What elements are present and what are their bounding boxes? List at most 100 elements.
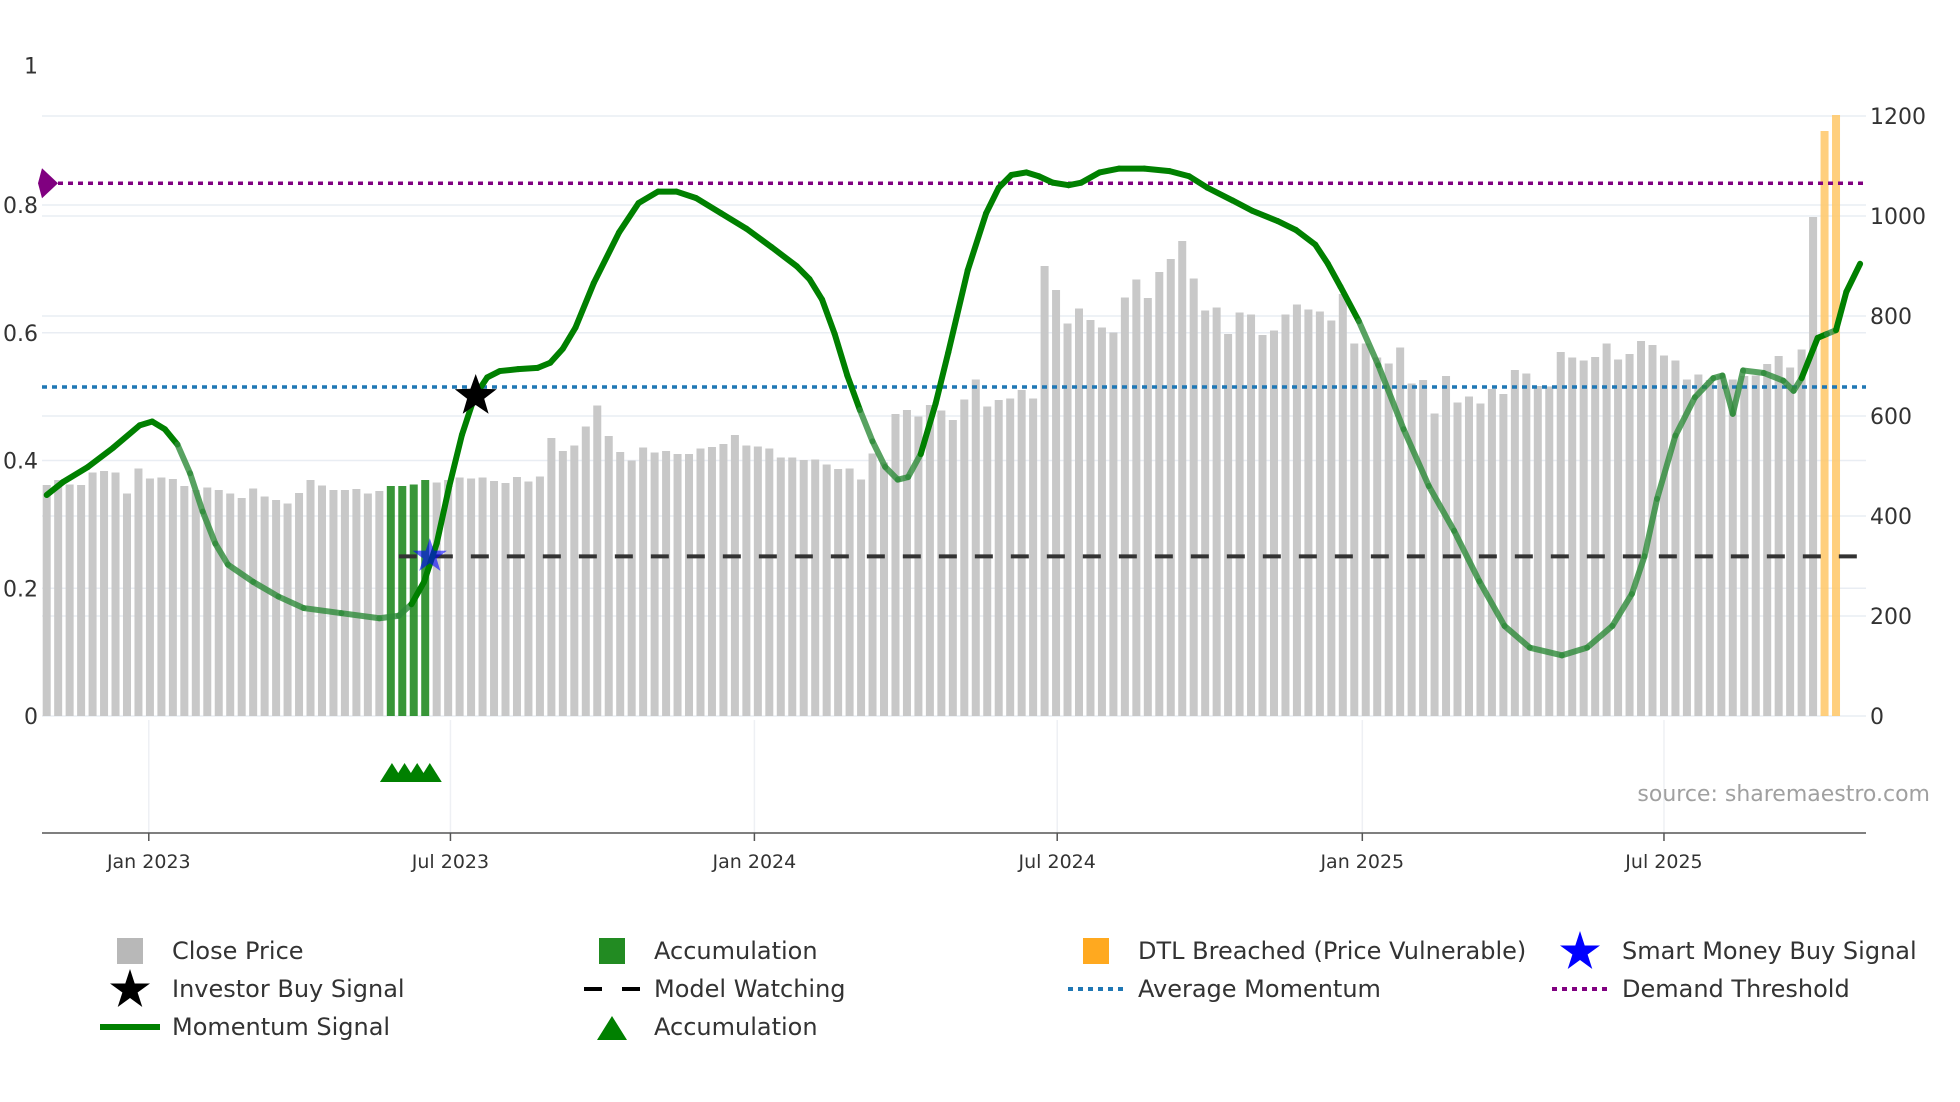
close-price-bar [306,480,315,716]
close-price-bar [765,448,774,716]
close-price-bar [490,481,499,716]
momentum-signal-segment [1292,226,1319,248]
close-price-bar [707,447,716,716]
close-price-bar [478,477,487,716]
momentum-signal-segment [1166,168,1193,180]
close-price-bar [1579,360,1588,716]
close-price-bar [1109,332,1118,716]
close-price-bar [237,498,246,716]
close-price-bar [524,481,533,716]
legend-square-icon [582,933,642,969]
momentum-signal-segment [572,279,597,331]
momentum-signal-segment [945,267,971,356]
close-price-bar [1487,389,1496,716]
close-price-bar [891,414,900,716]
momentum-signal-segment [1740,367,1767,376]
close-price-bar [1189,278,1198,716]
accumulation-bar [421,480,430,716]
close-price-bar [1453,402,1462,716]
close-price-bar [352,489,361,716]
close-price-bar [1029,398,1038,716]
close-price-bar [1442,376,1451,716]
close-price-bar [272,500,281,716]
x-tick-label: Jul 2025 [1624,851,1702,873]
close-price-bar [1258,335,1267,716]
close-price-bar [1499,394,1508,716]
legend-label: Momentum Signal [172,1013,391,1041]
close-price-bar [1338,294,1347,716]
x-tick-label: Jul 2023 [411,851,489,873]
close-price-bar [1510,370,1519,716]
close-price-bar [1751,375,1760,716]
momentum-signal-segment [831,331,851,379]
close-price-bar [1637,341,1646,716]
left-tick-label: 0.4 [3,450,38,475]
momentum-signal-segment [1078,169,1103,186]
x-tick-label: Jan 2024 [712,851,797,873]
close-price-bar [317,485,326,716]
close-price-bar [1728,379,1737,716]
close-price-bar [249,488,258,716]
source-annotation: source: sharemaestro.com [1637,782,1930,807]
legend-dot-icon [1550,971,1610,1007]
close-price-bar [226,493,235,716]
close-price-bar [742,445,751,716]
close-price-bar [77,485,86,716]
close-price-bar [134,468,143,716]
legend-label: Accumulation [654,937,818,965]
dtl-breached-bar [1820,131,1829,716]
close-price-bar [685,454,694,716]
momentum-signal-segment [673,188,699,201]
close-price-bar [512,477,521,716]
close-price-bar [1602,343,1611,716]
close-price-bar [1625,354,1634,716]
momentum-signal-segment [559,324,579,352]
close-price-bar [1396,347,1405,716]
close-price-bar [719,444,728,716]
momentum-signal-segment [856,407,876,445]
momentum-signal-segment [1324,260,1344,290]
close-price-bar [1407,383,1416,716]
close-price-bar [168,479,177,716]
close-price-bar [673,454,682,716]
legend-triangle-icon [582,1009,642,1045]
close-price-bar [1086,320,1095,716]
close-price-bar [547,438,556,716]
close-price-bar [662,451,671,716]
close-price-bar [1522,373,1531,716]
close-price-bar [1040,266,1049,716]
close-price-bar [994,400,1003,716]
close-price-bar [1545,386,1554,716]
close-price-bar [1384,363,1393,716]
close-price-bar [1682,379,1691,716]
close-price-bar [857,479,866,716]
momentum-signal-segment [819,296,838,338]
close-price-bar [455,477,464,716]
legend-line-icon [100,1009,160,1045]
momentum-signal-segment [1204,184,1236,204]
close-price-bar [616,452,625,716]
legend-label: DTL Breached (Price Vulnerable) [1138,937,1527,965]
close-price-bar [1568,357,1577,716]
momentum-signal-segment [616,200,642,236]
close-price-bar [1717,375,1726,716]
legend-label: Average Momentum [1138,975,1381,1003]
close-price-bar [1063,323,1072,716]
legend-label: Demand Threshold [1622,975,1850,1003]
accumulation-bar [386,486,395,716]
close-price-bar [581,426,590,716]
close-price-bar [145,478,154,716]
momentum-signal-segment [1843,260,1864,295]
close-price-bar [100,471,109,716]
close-price-bar [1809,217,1818,716]
close-price-bar [1201,310,1210,716]
close-price-bar [1052,290,1061,716]
close-price-bar [868,453,877,716]
close-price-bar [971,379,980,716]
legend-dash-icon [582,971,642,1007]
close-price-bar [1763,364,1772,716]
close-price-bar [1120,297,1129,716]
close-price-bar [1292,304,1301,716]
legend-dot-icon [1066,971,1126,1007]
close-price-bar [157,477,166,716]
